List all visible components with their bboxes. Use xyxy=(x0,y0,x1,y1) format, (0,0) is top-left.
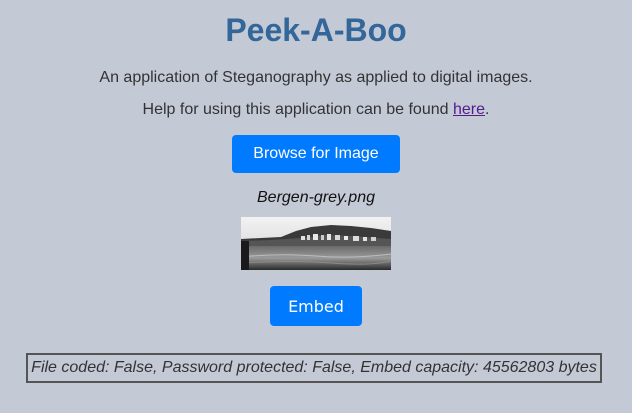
page-title: Peek-A-Boo xyxy=(225,12,407,48)
browse-image-button[interactable]: Browse for Image xyxy=(232,135,400,173)
app-page: Peek-A-Boo An application of Steganograp… xyxy=(0,0,632,413)
image-filename: Bergen-grey.png xyxy=(257,189,375,206)
help-link[interactable]: here xyxy=(453,101,485,118)
help-suffix: . xyxy=(485,101,490,118)
status-bar: File coded: False, Password protected: F… xyxy=(26,353,602,383)
intro-text: An application of Steganography as appli… xyxy=(99,69,533,86)
help-prefix: Help for using this application can be f… xyxy=(142,101,453,118)
embed-button[interactable]: Embed xyxy=(270,286,362,326)
help-text: Help for using this application can be f… xyxy=(0,101,632,119)
image-preview xyxy=(241,217,391,270)
